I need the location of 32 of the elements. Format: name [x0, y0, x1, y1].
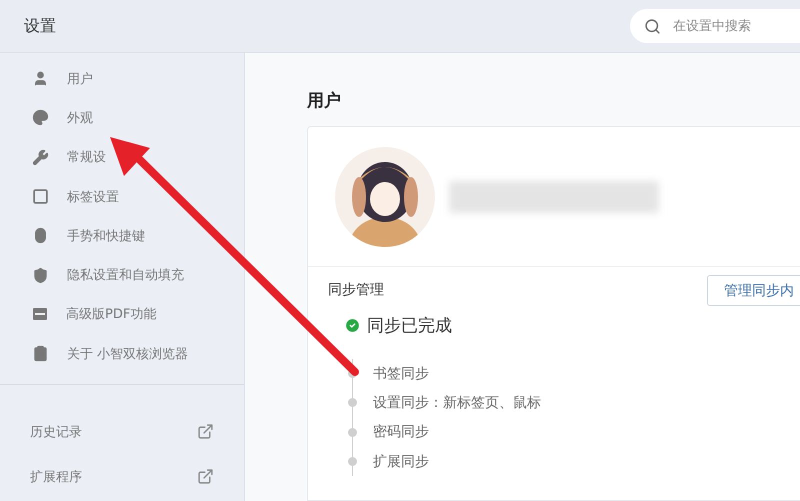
sync-item: 设置同步：新标签页、鼠标 [373, 394, 541, 412]
sidebar-link[interactable]: 扩展程序 [30, 468, 82, 486]
search-field[interactable]: 在设置中搜索 [630, 9, 800, 43]
palette-icon [32, 109, 49, 126]
search-icon [644, 18, 661, 35]
mouse-icon [32, 227, 49, 244]
sidebar-item[interactable]: 外观 [0, 98, 244, 138]
sync-item: 书签同步 [373, 364, 429, 383]
sync-heading: 同步管理 [328, 281, 384, 299]
person-icon [32, 70, 49, 88]
sidebar-item[interactable]: 用户 [0, 59, 244, 98]
section-title: 用户 [307, 90, 342, 112]
sync-status: 同步已完成 [367, 315, 452, 337]
wrench-icon [32, 148, 49, 166]
external-link-icon[interactable] [197, 423, 214, 440]
sidebar-item[interactable]: 常规设 [0, 138, 244, 177]
external-link-icon[interactable] [197, 468, 214, 486]
clipboard-icon [32, 345, 49, 362]
sidebar-item[interactable]: 高级版PDF功能 [0, 294, 244, 334]
page-title: 设置 [24, 16, 56, 36]
sync-item: 扩展同步 [373, 452, 429, 471]
square-icon [32, 188, 49, 206]
check-icon [344, 317, 361, 334]
sync-item: 密码同步 [373, 423, 429, 442]
sidebar-link[interactable]: 历史记录 [30, 422, 82, 441]
manage-sync-button[interactable]: 管理同步内 [707, 275, 800, 306]
sidebar-item[interactable]: 隐私设置和自动填充 [0, 255, 244, 295]
pdf-icon [32, 306, 48, 322]
sidebar-item[interactable]: 标签设置 [0, 176, 244, 216]
sidebar-item[interactable]: 手势和快捷键 [0, 216, 244, 256]
sidebar-item[interactable]: 关于 小智双核浏览器 [0, 334, 244, 374]
shield-icon [32, 266, 49, 284]
